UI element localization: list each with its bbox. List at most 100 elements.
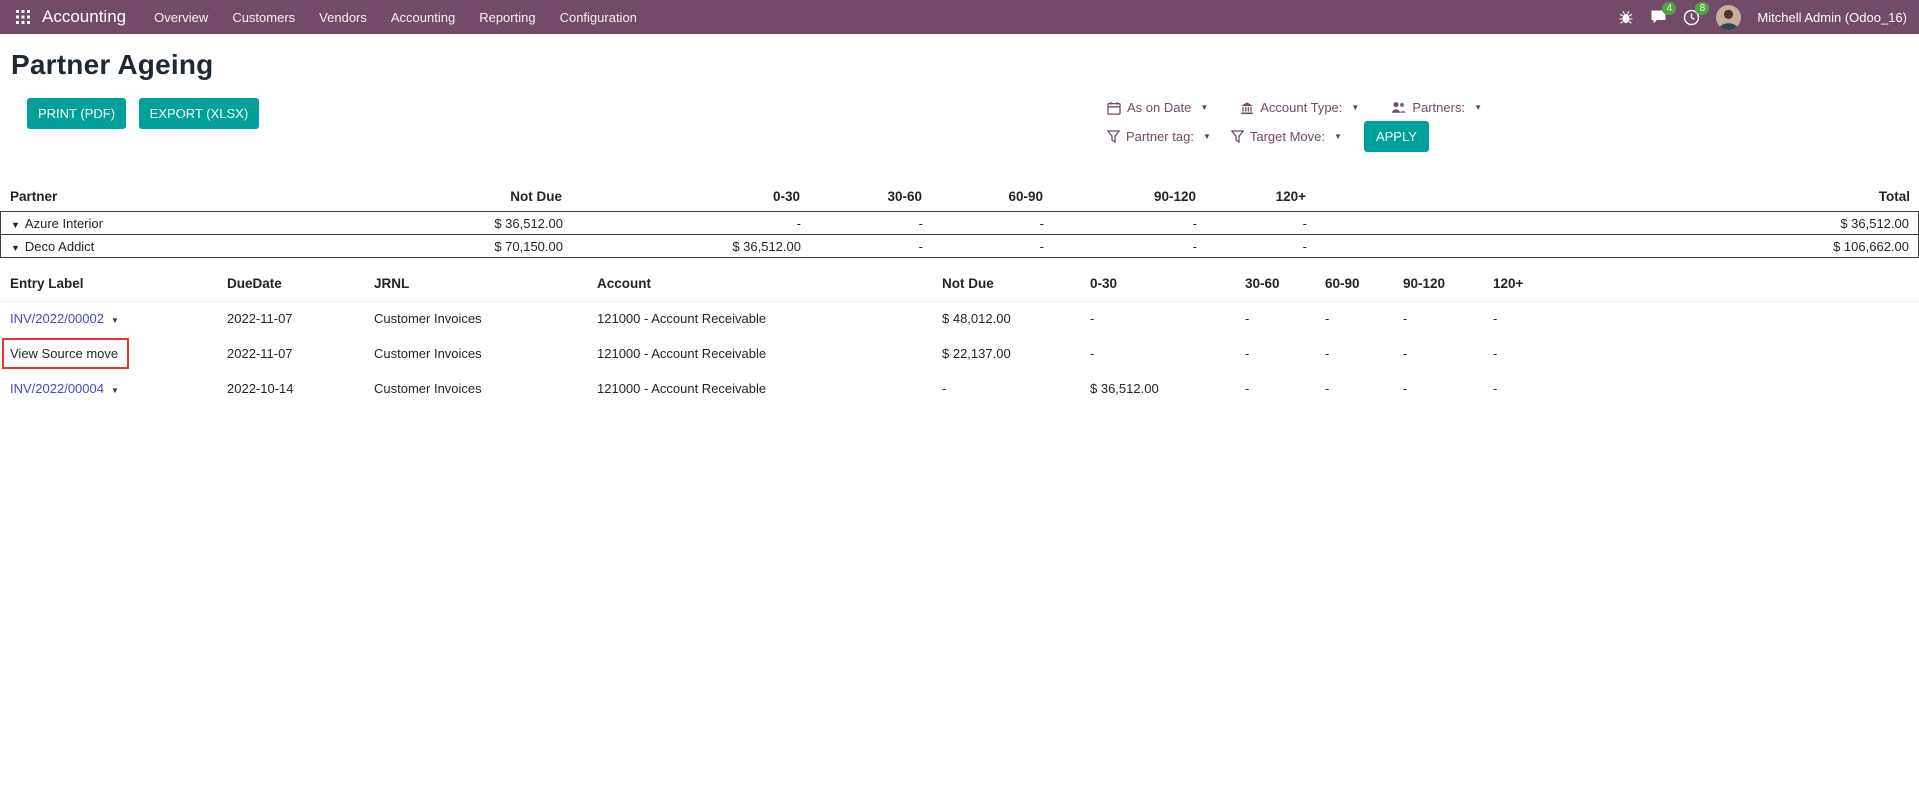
col-60-90: 60-90 [1325,276,1403,291]
cell-duedate: 2022-11-07 [227,346,374,361]
cell-30-60: - [1245,311,1325,326]
entry-move-link[interactable]: INV/2022/00004 [10,381,104,396]
entry-move-link[interactable]: INV/2022/00002 [10,311,104,326]
chevron-down-icon: ▼ [1200,103,1208,112]
entry-row-3: INV/2022/00004 ▼ 2022-10-14 Customer Invo… [0,372,1919,405]
filter-partners-label: Partners: [1412,100,1465,115]
col-60-90: 60-90 [922,189,1043,204]
report-filters: As on Date ▼ Account Type: ▼ [1107,100,1457,158]
bank-icon [1240,101,1254,115]
messages-button[interactable]: 4 [1650,9,1667,25]
filter-as-on-date-label: As on Date [1127,100,1191,115]
page-title: Partner Ageing [11,49,1919,81]
col-90-120: 90-120 [1403,276,1493,291]
cell-jrnl: Customer Invoices [374,346,597,361]
view-source-move-menu-item[interactable]: View Source move [2,338,129,369]
apply-button[interactable]: APPLY [1364,121,1429,152]
col-120-plus: 120+ [1196,189,1306,204]
col-jrnl: JRNL [374,276,597,291]
cell-0-30: - [1090,346,1245,361]
filter-partner-tag[interactable]: Partner tag: ▼ [1107,129,1211,144]
user-menu[interactable]: Mitchell Admin (Odoo_16) [1757,10,1907,25]
cell-90-120: - [1403,311,1493,326]
cell-60-90: - [1325,311,1403,326]
current-app-name[interactable]: Accounting [42,7,126,27]
export-xlsx-button[interactable]: EXPORT (XLSX) [139,98,260,129]
cell-not-due: - [942,381,1090,396]
menu-accounting[interactable]: Accounting [379,0,467,34]
cell-30-60: - [801,239,923,254]
summary-header-row: Partner Not Due 0-30 30-60 60-90 90-120 … [0,186,1919,211]
cell-120-plus: - [1493,311,1919,326]
partner-name: Deco Addict [25,239,94,254]
cell-duedate: 2022-11-07 [227,311,374,326]
filter-partner-tag-label: Partner tag: [1126,129,1194,144]
cell-120-plus: - [1197,239,1307,254]
filter-target-move[interactable]: Target Move: ▼ [1231,129,1342,144]
col-30-60: 30-60 [1245,276,1325,291]
cell-90-120: - [1403,346,1493,361]
entry-dropdown-caret-icon[interactable]: ▼ [111,386,119,395]
menu-customers[interactable]: Customers [220,0,307,34]
bug-icon [1618,9,1634,25]
cell-120-plus: - [1493,381,1919,396]
chevron-down-icon: ▼ [1351,103,1359,112]
menu-reporting[interactable]: Reporting [467,0,547,34]
cell-not-due: $ 36,512.00 [311,216,563,231]
users-icon [1391,101,1406,114]
col-0-30: 0-30 [562,189,800,204]
entry-row-2: View Source move 2022-11-07 Customer Inv… [0,335,1919,372]
cell-duedate: 2022-10-14 [227,381,374,396]
messages-badge: 4 [1662,2,1676,15]
partner-row-deco-addict[interactable]: ▼Deco Addict $ 70,150.00 $ 36,512.00 - -… [0,234,1919,258]
chevron-down-icon: ▼ [1474,103,1482,112]
col-90-120: 90-120 [1043,189,1196,204]
col-0-30: 0-30 [1090,276,1245,291]
collapse-caret-icon[interactable]: ▼ [11,243,20,253]
apps-grid-icon [16,10,30,24]
cell-0-30: $ 36,512.00 [1090,381,1245,396]
filter-account-type[interactable]: Account Type: ▼ [1240,100,1359,115]
cell-0-30: - [1090,311,1245,326]
avatar[interactable] [1716,5,1741,30]
cell-30-60: - [1245,381,1325,396]
collapse-caret-icon[interactable]: ▼ [11,220,20,230]
cell-120-plus: - [1197,216,1307,231]
cell-0-30: $ 36,512.00 [563,239,801,254]
cell-account: 121000 - Account Receivable [597,346,942,361]
cell-60-90: - [1325,381,1403,396]
filter-as-on-date[interactable]: As on Date ▼ [1107,100,1208,115]
activities-button[interactable]: 8 [1683,9,1700,26]
menu-vendors[interactable]: Vendors [307,0,379,34]
detail-header-row: Entry Label DueDate JRNL Account Not Due… [0,267,1919,302]
cell-90-120: - [1044,216,1197,231]
menu-overview[interactable]: Overview [142,0,220,34]
menu-configuration[interactable]: Configuration [548,0,649,34]
entry-row-1: INV/2022/00002▼ 2022-11-07 Customer Invo… [0,302,1919,335]
col-entry-label: Entry Label [0,276,227,291]
debug-button[interactable] [1618,9,1634,25]
calendar-icon [1107,101,1121,115]
cell-60-90: - [923,239,1044,254]
filter-partners[interactable]: Partners: ▼ [1391,100,1482,115]
col-not-due: Not Due [310,189,562,204]
filter-funnel-icon [1107,130,1120,143]
partner-name: Azure Interior [25,216,103,231]
col-120-plus: 120+ [1493,276,1919,291]
col-total: Total [1306,189,1919,204]
entry-dropdown-caret-icon[interactable]: ▼ [111,316,119,325]
partner-row-azure-interior[interactable]: ▼Azure Interior $ 36,512.00 - - - - - $ … [0,211,1919,235]
chevron-down-icon: ▼ [1203,132,1211,141]
cell-jrnl: Customer Invoices [374,381,597,396]
activities-badge: 8 [1695,2,1709,15]
cell-120-plus: - [1493,346,1919,361]
cell-total: $ 106,662.00 [1307,239,1918,254]
cell-30-60: - [1245,346,1325,361]
col-30-60: 30-60 [800,189,922,204]
cell-90-120: - [1403,381,1493,396]
cell-not-due: $ 48,012.00 [942,311,1090,326]
print-pdf-button[interactable]: PRINT (PDF) [27,98,126,129]
cell-60-90: - [1325,346,1403,361]
apps-menu-button[interactable] [8,0,38,34]
col-duedate: DueDate [227,276,374,291]
